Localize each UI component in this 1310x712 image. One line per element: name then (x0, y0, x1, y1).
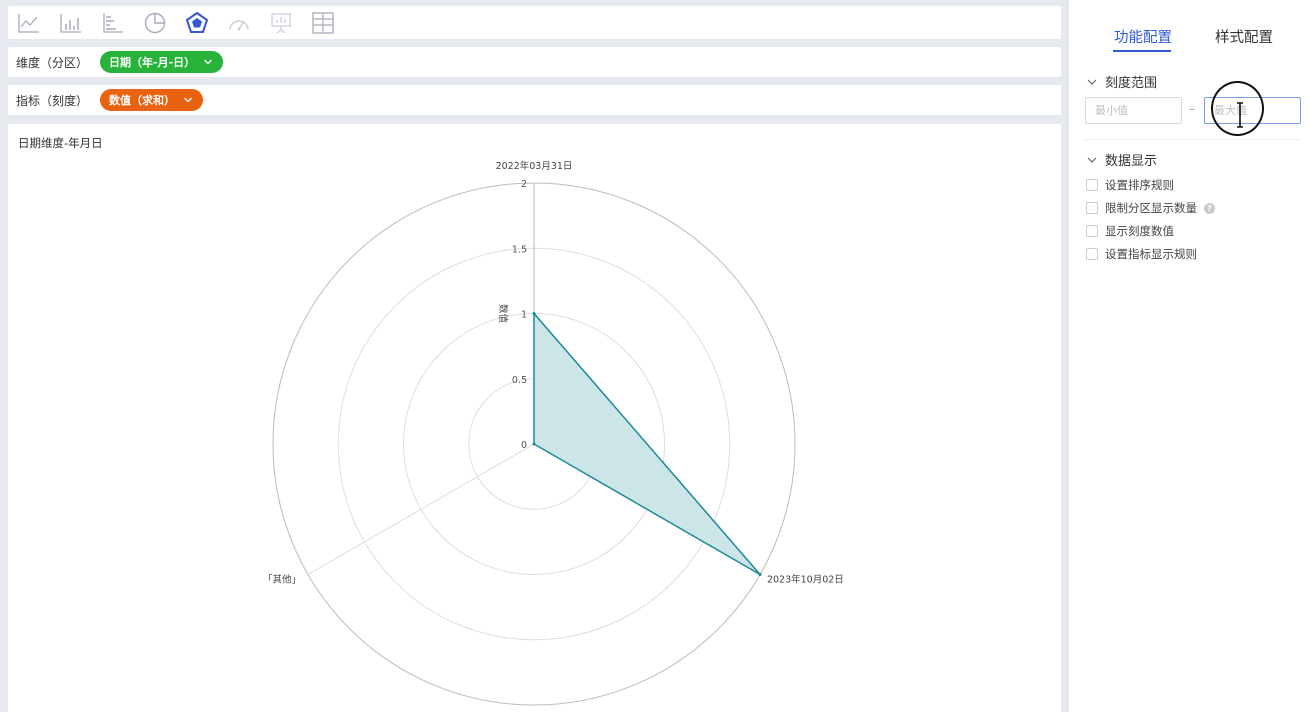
radial-tick-label: 1 (521, 310, 527, 321)
option-label: 设置指标显示规则 (1105, 247, 1197, 261)
gauge-chart-icon[interactable] (226, 10, 252, 36)
radial-axis-label: 数值 (497, 304, 509, 324)
radial-tick-label: 1.5 (512, 244, 527, 255)
min-value-input[interactable] (1085, 97, 1182, 124)
metric-pill[interactable]: 数值（求和） (100, 89, 204, 111)
radar-indicator-label: 2023年10月02日 (767, 574, 844, 586)
data-display-header[interactable]: 数据显示 (1087, 150, 1157, 169)
pie-chart-icon[interactable] (142, 10, 168, 36)
max-value-input[interactable] (1204, 97, 1301, 124)
presentation-chart-icon[interactable] (268, 10, 294, 36)
radial-tick-label: 0.5 (512, 375, 527, 386)
metric-label: 指标（刻度） (16, 93, 89, 108)
text-cursor-icon (1237, 102, 1243, 128)
dimension-pill[interactable]: 日期（年-月-日） (100, 51, 224, 73)
option-metric-display-rule[interactable]: 设置指标显示规则 (1086, 246, 1197, 262)
chevron-down-icon (1087, 79, 1097, 85)
radar-chart: 0 0.5 1 1.5 2 数值 2022年03月31日 2023年10月02日 「其他」 (263, 160, 844, 706)
radar-data-point (758, 573, 762, 576)
metric-pill-label: 数值（求和） (109, 94, 176, 107)
option-label: 限制分区显示数量 (1105, 201, 1197, 215)
config-tabs: 功能配置 样式配置 (1069, 26, 1310, 56)
metric-row: 指标（刻度） 数值（求和） (8, 85, 1061, 115)
option-show-scale-values[interactable]: 显示刻度数值 (1086, 223, 1174, 239)
config-sidebar: 功能配置 样式配置 刻度范围 – 数据显示 设置排序规则 限制分区显示数量 ? … (1069, 0, 1310, 712)
range-separator: – (1189, 102, 1195, 116)
radial-tick-label: 2 (521, 179, 527, 190)
dimension-label: 维度（分区） (16, 55, 89, 70)
radar-data-point (532, 442, 536, 446)
chart-panel: 日期维度-年月日 0 0.5 1 1.5 2 数值 2022年03月31日 2023年10月0… (8, 124, 1061, 712)
radar-data-point (532, 312, 536, 315)
tab-function-config[interactable]: 功能配置 (1114, 26, 1172, 47)
checkbox[interactable] (1086, 179, 1098, 191)
chart-type-toolbar (8, 6, 1061, 39)
radar-indicator-label: 「其他」 (263, 574, 301, 586)
tab-style-config[interactable]: 样式配置 (1215, 26, 1273, 47)
section-divider (1085, 139, 1301, 140)
chevron-down-icon (204, 59, 213, 65)
scale-range-header[interactable]: 刻度范围 (1087, 72, 1157, 91)
scale-range-title: 刻度范围 (1105, 76, 1158, 91)
option-label: 显示刻度数值 (1105, 224, 1174, 238)
dimension-row: 维度（分区） 日期（年-月-日） (8, 47, 1061, 77)
main-area: 维度（分区） 日期（年-月-日） 指标（刻度） 数值（求和） 日期维度-年月日 … (0, 0, 1068, 712)
line-chart-icon[interactable] (16, 10, 42, 36)
chevron-down-icon (1087, 157, 1097, 163)
radar-indicator-label: 2022年03月31日 (496, 160, 573, 172)
dimension-pill-label: 日期（年-月-日） (109, 56, 196, 69)
option-sort-rule[interactable]: 设置排序规则 (1086, 177, 1174, 193)
bar-chart-icon[interactable] (58, 10, 84, 36)
radar-series-area (533, 311, 761, 576)
option-limit-partitions[interactable]: 限制分区显示数量 ? (1086, 200, 1215, 216)
chevron-down-icon (184, 97, 192, 103)
radial-tick-label: 0 (521, 440, 527, 451)
active-tab-underline (1113, 50, 1171, 52)
checkbox[interactable] (1086, 248, 1098, 260)
radar-axis-line (307, 443, 535, 575)
option-label: 设置排序规则 (1105, 178, 1174, 192)
horizontal-bar-chart-icon[interactable] (100, 10, 126, 36)
help-icon[interactable]: ? (1204, 202, 1215, 214)
checkbox[interactable] (1086, 202, 1098, 214)
table-grid-icon[interactable] (310, 10, 336, 36)
radar-chart-icon[interactable] (184, 10, 210, 36)
checkbox[interactable] (1086, 225, 1098, 237)
data-display-title: 数据显示 (1105, 154, 1158, 169)
